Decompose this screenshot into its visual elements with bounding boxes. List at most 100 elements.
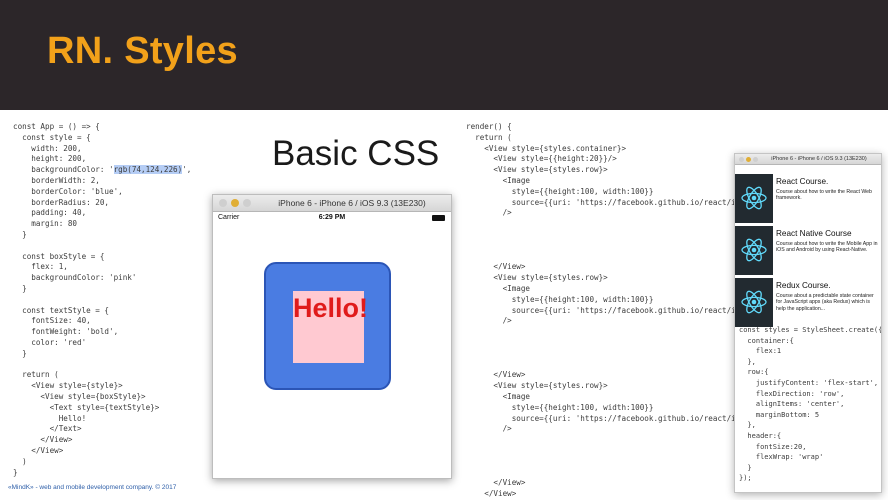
ios-status-bar: Carrier 6:29 PM	[213, 212, 451, 225]
code-line: flex:1	[739, 347, 782, 356]
code-line: <Text style={textStyle}>	[13, 402, 160, 412]
simulator2-titlebar[interactable]: iPhone 6 - iPhone 6 / iOS 9.3 (13E230)	[735, 154, 881, 165]
zoom-window-icon[interactable]	[243, 199, 251, 207]
course-list: React Course. Course about how to write t…	[735, 174, 881, 330]
code-line: flexWrap: 'wrap'	[739, 453, 824, 462]
close-window-icon[interactable]	[739, 157, 744, 162]
iphone-simulator-window[interactable]: iPhone 6 - iPhone 6 / iOS 9.3 (13E230) C…	[212, 194, 452, 479]
code-line: const boxStyle = {	[13, 251, 105, 261]
code-line: container:{	[739, 336, 794, 345]
blue-style-box: Hello!	[264, 262, 391, 390]
code-line: const styles = StyleSheet.create({	[739, 326, 882, 334]
code-line: source={{uri: 'https://facebook.github.i…	[511, 305, 736, 315]
simulator-titlebar[interactable]: iPhone 6 - iPhone 6 / iOS 9.3 (13E230)	[213, 195, 451, 212]
code-line: </View>	[466, 262, 526, 272]
code-line: </View>	[13, 435, 73, 445]
code-line: fontSize:20,	[739, 442, 807, 451]
minimize-window-icon[interactable]	[746, 157, 751, 162]
code-line: style={{height:100, width:100}}	[466, 402, 654, 412]
course-description: Course about how to write the Mobile App…	[776, 241, 878, 254]
code-line: />	[466, 424, 512, 434]
code-line: <View style={styles.row}>	[466, 165, 608, 175]
course-row[interactable]: Redux Course. Course about a predictable …	[735, 278, 881, 330]
code-line: />	[466, 316, 512, 326]
code-line: },	[739, 357, 756, 366]
code-line: color: 'red'	[13, 337, 87, 347]
slide-title: RN. Styles	[47, 30, 238, 72]
code-line: width: 200,	[13, 143, 82, 153]
code-line: borderRadius: 20,	[13, 197, 110, 207]
slide-header: RN. Styles	[0, 0, 888, 110]
code-line: Hello!	[13, 413, 87, 423]
close-window-icon[interactable]	[219, 199, 227, 207]
react-logo-icon	[735, 278, 773, 327]
code-line: </View>	[466, 478, 526, 488]
minimize-window-icon[interactable]	[231, 199, 239, 207]
code-line: row:{	[739, 368, 769, 377]
course-title: React Native Course	[776, 229, 852, 238]
course-description: Course about how to write the React Web …	[776, 189, 872, 202]
code-line: <View style={styles.container}>	[466, 143, 627, 153]
pink-box: Hello!	[293, 291, 369, 363]
code-line: render() {	[466, 122, 512, 131]
course-title: Redux Course.	[776, 281, 831, 290]
code-line: <View style={boxStyle}>	[13, 391, 146, 401]
code-line: header:{	[739, 431, 782, 440]
course-row[interactable]: React Native Course Course about how to w…	[735, 226, 881, 278]
simulator2-title: iPhone 6 - iPhone 6 / iOS 9.3 (13E230)	[771, 156, 867, 162]
hello-text: Hello!	[293, 293, 369, 323]
code-line: backgroundColor: 'pink'	[13, 273, 137, 283]
code-line: <View style={style}>	[13, 381, 123, 391]
ios-status-bar-2	[735, 165, 881, 174]
code-line: height: 200,	[13, 154, 87, 164]
code-line: style={{height:100, width:100}}	[466, 294, 654, 304]
react-logo-icon	[735, 226, 773, 275]
stylesheet-code-block: const styles = StyleSheet.create({ conta…	[739, 325, 882, 484]
status-time: 6:29 PM	[318, 214, 346, 221]
course-row[interactable]: React Course. Course about how to write t…	[735, 174, 881, 226]
code-line: </View>	[466, 370, 526, 380]
code-line: marginBottom: 5	[739, 410, 820, 419]
code-line: }	[13, 229, 27, 239]
react-logo-icon	[735, 174, 773, 223]
left-code-block: const App = () => { const style = { widt…	[13, 122, 243, 478]
code-line: fontWeight: 'bold',	[13, 327, 119, 337]
code-line: source={{uri: 'https://facebook.github.i…	[511, 413, 736, 423]
code-line: borderColor: 'blue',	[13, 186, 123, 196]
code-line: </Text>	[13, 424, 82, 434]
iphone-simulator-window-2[interactable]: iPhone 6 - iPhone 6 / iOS 9.3 (13E230) R…	[734, 153, 882, 493]
code-line: </View>	[13, 445, 64, 455]
code-line: justifyContent: 'flex-start',	[739, 378, 879, 387]
code-line: <Image	[466, 283, 531, 293]
code-line: alignItems: 'center',	[739, 400, 845, 409]
code-line: }	[13, 283, 27, 293]
code-line: )	[13, 456, 27, 466]
code-line: margin: 80	[13, 219, 78, 229]
code-line: <View style={styles.row}>	[466, 381, 608, 391]
code-line: const style = {	[13, 132, 91, 142]
right-code-block: render() { return ( <View style={styles.…	[466, 122, 736, 500]
code-line: <Image	[466, 175, 531, 185]
battery-icon	[432, 215, 445, 221]
code-line: }	[13, 348, 27, 358]
code-line: source={{uri: 'https://facebook.github.i…	[511, 197, 736, 207]
code-line: const textStyle = {	[13, 305, 110, 315]
code-line: flex: 1,	[13, 262, 68, 272]
course-description: Course about a predictable state contain…	[776, 293, 874, 312]
code-line: flexDirection: 'row',	[739, 389, 845, 398]
code-line: padding: 40,	[13, 208, 87, 218]
code-line: <Image	[466, 391, 531, 401]
code-line: fontSize: 40,	[13, 316, 91, 326]
code-line: });	[739, 474, 752, 483]
